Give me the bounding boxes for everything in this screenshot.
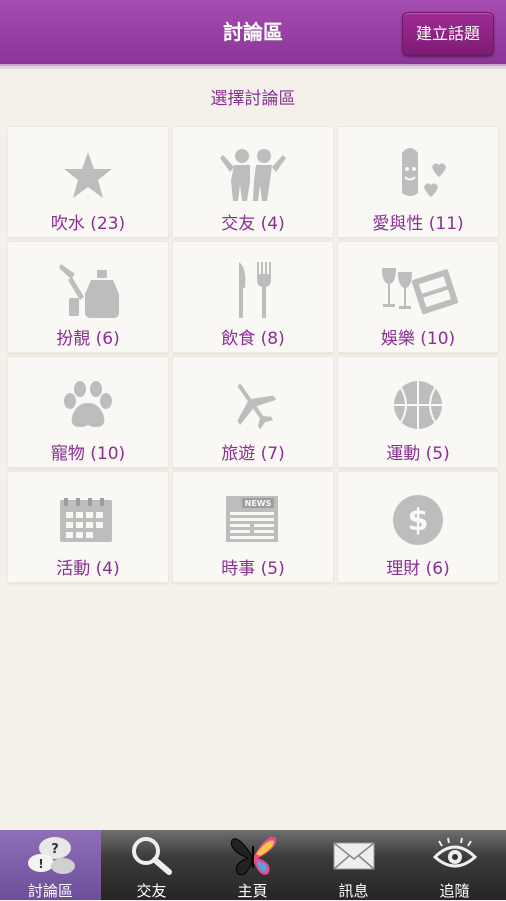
tab-label: 追隨 (439, 882, 470, 900)
category-friends[interactable]: 交友 (4) (173, 127, 333, 237)
category-beauty[interactable]: 扮靚 (6) (8, 242, 168, 352)
category-label: 寵物 (10) (50, 444, 126, 464)
newspaper-icon: NEWS (173, 490, 333, 550)
search-icon (101, 834, 202, 878)
new-topic-button[interactable]: 建立話題 (402, 12, 494, 56)
category-label: 扮靚 (6) (56, 329, 120, 349)
svg-text:?: ? (51, 842, 59, 857)
eye-icon (404, 834, 505, 878)
tab-label: 討論區 (27, 882, 73, 900)
star-icon (8, 145, 168, 205)
category-label: 旅遊 (7) (221, 444, 285, 464)
section-label: 選擇討論區 (210, 89, 296, 109)
category-travel[interactable]: 旅遊 (7) (173, 357, 333, 467)
love-sex-icon (338, 145, 498, 205)
paw-icon (8, 375, 168, 435)
forum-icon: ? ! (0, 834, 101, 878)
category-label: 交友 (4) (221, 214, 285, 234)
tab-label: 主頁 (237, 882, 268, 900)
category-label: 愛與性 (11) (372, 214, 464, 234)
news-badge: NEWS (245, 499, 272, 508)
tab-home[interactable]: 主頁 (202, 830, 303, 900)
tab-friends[interactable]: 交友 (101, 830, 202, 900)
category-label: 活動 (4) (56, 559, 120, 579)
category-chat[interactable]: 吹水 (23) (8, 127, 168, 237)
tab-follow[interactable]: 追隨 (404, 830, 505, 900)
category-label: 時事 (5) (221, 559, 285, 579)
fork-knife-icon (173, 260, 333, 320)
svg-text:!: ! (38, 857, 43, 871)
tab-label: 交友 (136, 882, 167, 900)
category-love-sex[interactable]: 愛與性 (11) (338, 127, 498, 237)
category-events[interactable]: 活動 (4) (8, 472, 168, 582)
bottom-tab-bar: ? ! 討論區 交友 主頁 訊息 追隨 (0, 830, 506, 900)
category-grid: 吹水 (23) 交友 (4) 愛與性 (11) 扮靚 (6) 飲食 (8) 娛樂… (8, 127, 498, 582)
category-sports[interactable]: 運動 (5) (338, 357, 498, 467)
envelope-icon (303, 834, 404, 878)
friends-icon (173, 145, 333, 205)
tab-label: 訊息 (338, 882, 369, 900)
wine-film-icon (338, 260, 498, 320)
category-news[interactable]: NEWS 時事 (5) (173, 472, 333, 582)
category-finance[interactable]: $ 理財 (6) (338, 472, 498, 582)
category-pets[interactable]: 寵物 (10) (8, 357, 168, 467)
category-label: 娛樂 (10) (380, 329, 456, 349)
category-label: 飲食 (8) (221, 329, 285, 349)
category-label: 吹水 (23) (50, 214, 126, 234)
category-label: 運動 (5) (386, 444, 450, 464)
dollar-icon: $ (338, 490, 498, 550)
calendar-icon (8, 490, 168, 550)
app-header: 討論區 建立話題 (0, 0, 506, 64)
makeup-icon (8, 260, 168, 320)
tab-forum[interactable]: ? ! 討論區 (0, 830, 101, 900)
butterfly-icon (202, 834, 303, 878)
category-entertainment[interactable]: 娛樂 (10) (338, 242, 498, 352)
category-food[interactable]: 飲食 (8) (173, 242, 333, 352)
svg-text:$: $ (408, 503, 429, 538)
category-label: 理財 (6) (386, 559, 450, 579)
tab-messages[interactable]: 訊息 (303, 830, 404, 900)
basketball-icon (338, 375, 498, 435)
airplane-icon (173, 375, 333, 435)
